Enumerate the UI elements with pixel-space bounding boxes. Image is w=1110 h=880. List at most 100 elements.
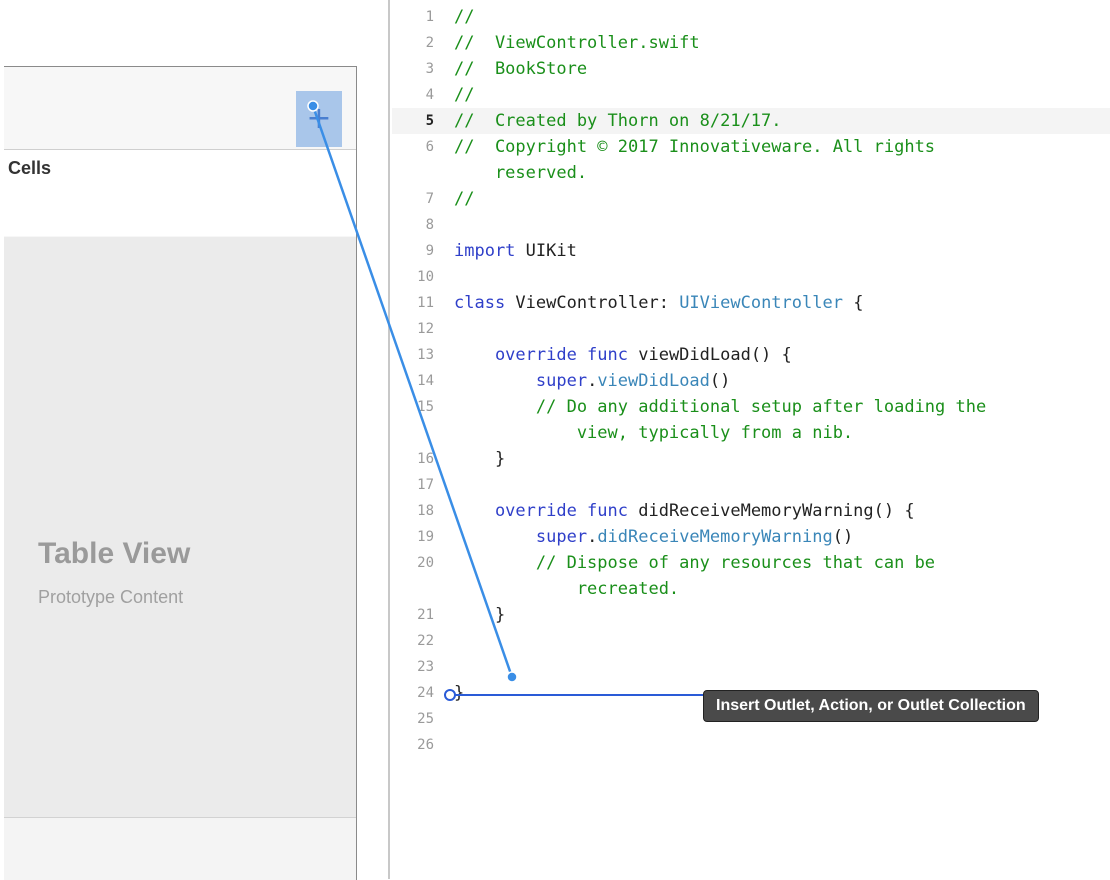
code-token: // bbox=[454, 85, 475, 105]
code-token: // Created by Thorn on 8/21/17. bbox=[454, 111, 782, 131]
code-token: // ViewController.swift bbox=[454, 33, 700, 53]
line-number: 9 bbox=[425, 243, 434, 259]
code-line[interactable]: 7 // bbox=[392, 186, 1110, 212]
code-text: } bbox=[454, 446, 505, 472]
code-token: UIKit bbox=[515, 241, 577, 261]
line-number: 19 bbox=[417, 529, 434, 545]
code-line[interactable]: 10 bbox=[392, 264, 1110, 290]
table-header-area: Cells bbox=[4, 150, 356, 236]
code-token: . bbox=[587, 371, 598, 391]
code-text: override func viewDidLoad() { bbox=[454, 342, 792, 368]
add-bar-button[interactable]: + bbox=[296, 91, 342, 147]
code-text: // ViewController.swift bbox=[454, 30, 700, 56]
code-line[interactable]: 5 // Created by Thorn on 8/21/17. bbox=[392, 108, 1110, 134]
code-line[interactable]: 20 // Dispose of any resources that can … bbox=[392, 550, 1110, 576]
code-text: recreated. bbox=[454, 576, 679, 602]
code-text: // Copyright © 2017 Innovativeware. All … bbox=[454, 134, 935, 160]
code-text: } bbox=[454, 602, 505, 628]
code-token: super bbox=[454, 527, 588, 547]
view-controller-scene[interactable]: + Cells Table View Prototype Content bbox=[4, 66, 357, 880]
code-line[interactable]: 15 // Do any additional setup after load… bbox=[392, 394, 1110, 420]
table-view[interactable]: Table View Prototype Content bbox=[4, 237, 356, 818]
line-number: 12 bbox=[417, 321, 434, 337]
line-number: 15 bbox=[417, 399, 434, 415]
navigation-bar[interactable]: + bbox=[4, 67, 356, 150]
code-text: } bbox=[454, 680, 464, 706]
code-token: () bbox=[709, 371, 731, 391]
line-number: 26 bbox=[417, 737, 434, 753]
code-line[interactable]: 26 bbox=[392, 732, 1110, 758]
code-line[interactable]: 21 } bbox=[392, 602, 1110, 628]
line-number: 7 bbox=[425, 191, 434, 207]
code-token: } bbox=[454, 605, 506, 625]
code-line[interactable]: 12 bbox=[392, 316, 1110, 342]
code-token: } bbox=[454, 683, 465, 703]
code-text: // Do any additional setup after loading… bbox=[454, 394, 986, 420]
code-line[interactable]: 18 override func didReceiveMemoryWarning… bbox=[392, 498, 1110, 524]
code-token: override func bbox=[454, 345, 628, 365]
code-token: view, typically from a nib. bbox=[454, 423, 854, 443]
code-line[interactable]: 6 // Copyright © 2017 Innovativeware. All… bbox=[392, 134, 1110, 160]
code-token: reserved. bbox=[454, 163, 588, 183]
code-line[interactable]: 17 bbox=[392, 472, 1110, 498]
code-token: didReceiveMemoryWarning() { bbox=[628, 501, 915, 521]
code-text: reserved. bbox=[454, 160, 587, 186]
code-text: view, typically from a nib. bbox=[454, 420, 853, 446]
code-token: () bbox=[832, 527, 854, 547]
code-token: class bbox=[454, 293, 506, 313]
code-token: // bbox=[454, 7, 475, 27]
code-text: super.didReceiveMemoryWarning() bbox=[454, 524, 853, 550]
code-text: // bbox=[454, 82, 474, 108]
code-line[interactable]: 4 // bbox=[392, 82, 1110, 108]
code-token: super bbox=[454, 371, 588, 391]
code-line[interactable]: 9 import UIKit bbox=[392, 238, 1110, 264]
line-number: 11 bbox=[417, 295, 434, 311]
code-token: // Do any additional setup after loading… bbox=[454, 397, 987, 417]
code-line[interactable]: 3 // BookStore bbox=[392, 56, 1110, 82]
code-line[interactable]: 19 super.didReceiveMemoryWarning() bbox=[392, 524, 1110, 550]
code-token: } bbox=[454, 449, 506, 469]
split-divider[interactable] bbox=[388, 0, 390, 879]
code-text: // BookStore bbox=[454, 56, 587, 82]
code-line[interactable]: 23 bbox=[392, 654, 1110, 680]
code-text: import UIKit bbox=[454, 238, 577, 264]
line-number: 24 bbox=[417, 685, 434, 701]
code-token: viewDidLoad bbox=[597, 371, 710, 391]
line-number: 2 bbox=[425, 35, 434, 51]
insert-outlet-tooltip: Insert Outlet, Action, or Outlet Collect… bbox=[703, 690, 1039, 722]
code-line[interactable]: 1 // bbox=[392, 4, 1110, 30]
code-line[interactable]: 8 bbox=[392, 212, 1110, 238]
code-token: import bbox=[454, 241, 516, 261]
code-token: viewDidLoad() { bbox=[628, 345, 792, 365]
code-token: ViewController: bbox=[505, 293, 680, 313]
code-line[interactable]: reserved. bbox=[392, 160, 1110, 186]
line-number: 23 bbox=[417, 659, 434, 675]
line-number: 5 bbox=[425, 113, 434, 129]
table-view-subtitle: Prototype Content bbox=[38, 587, 184, 607]
code-token: // BookStore bbox=[454, 59, 588, 79]
table-view-title: Table View bbox=[38, 537, 191, 570]
line-number: 17 bbox=[417, 477, 434, 493]
code-editor[interactable]: 1 // 2 // ViewController.swift 3 // BookStore… bbox=[392, 0, 1110, 879]
code-line[interactable]: view, typically from a nib. bbox=[392, 420, 1110, 446]
code-line[interactable]: 16 } bbox=[392, 446, 1110, 472]
line-number: 18 bbox=[417, 503, 434, 519]
code-line[interactable]: 2 // ViewController.swift bbox=[392, 30, 1110, 56]
code-line[interactable]: 11 class ViewController: UIViewController… bbox=[392, 290, 1110, 316]
code-line[interactable]: 13 override func viewDidLoad() { bbox=[392, 342, 1110, 368]
code-token: // Copyright © 2017 Innovativeware. All … bbox=[454, 137, 936, 157]
storyboard-canvas: + Cells Table View Prototype Content bbox=[0, 0, 390, 880]
code-line[interactable]: 14 super.viewDidLoad() bbox=[392, 368, 1110, 394]
line-number: 14 bbox=[417, 373, 434, 389]
code-token: override func bbox=[454, 501, 628, 521]
line-number: 6 bbox=[425, 139, 434, 155]
code-line[interactable]: 22 bbox=[392, 628, 1110, 654]
code-token: // Dispose of any resources that can be bbox=[454, 553, 936, 573]
line-number: 10 bbox=[417, 269, 434, 285]
line-number: 3 bbox=[425, 61, 434, 77]
code-token: // bbox=[454, 189, 475, 209]
code-line[interactable]: recreated. bbox=[392, 576, 1110, 602]
line-number: 13 bbox=[417, 347, 434, 363]
line-number: 16 bbox=[417, 451, 434, 467]
line-number: 1 bbox=[425, 9, 434, 25]
